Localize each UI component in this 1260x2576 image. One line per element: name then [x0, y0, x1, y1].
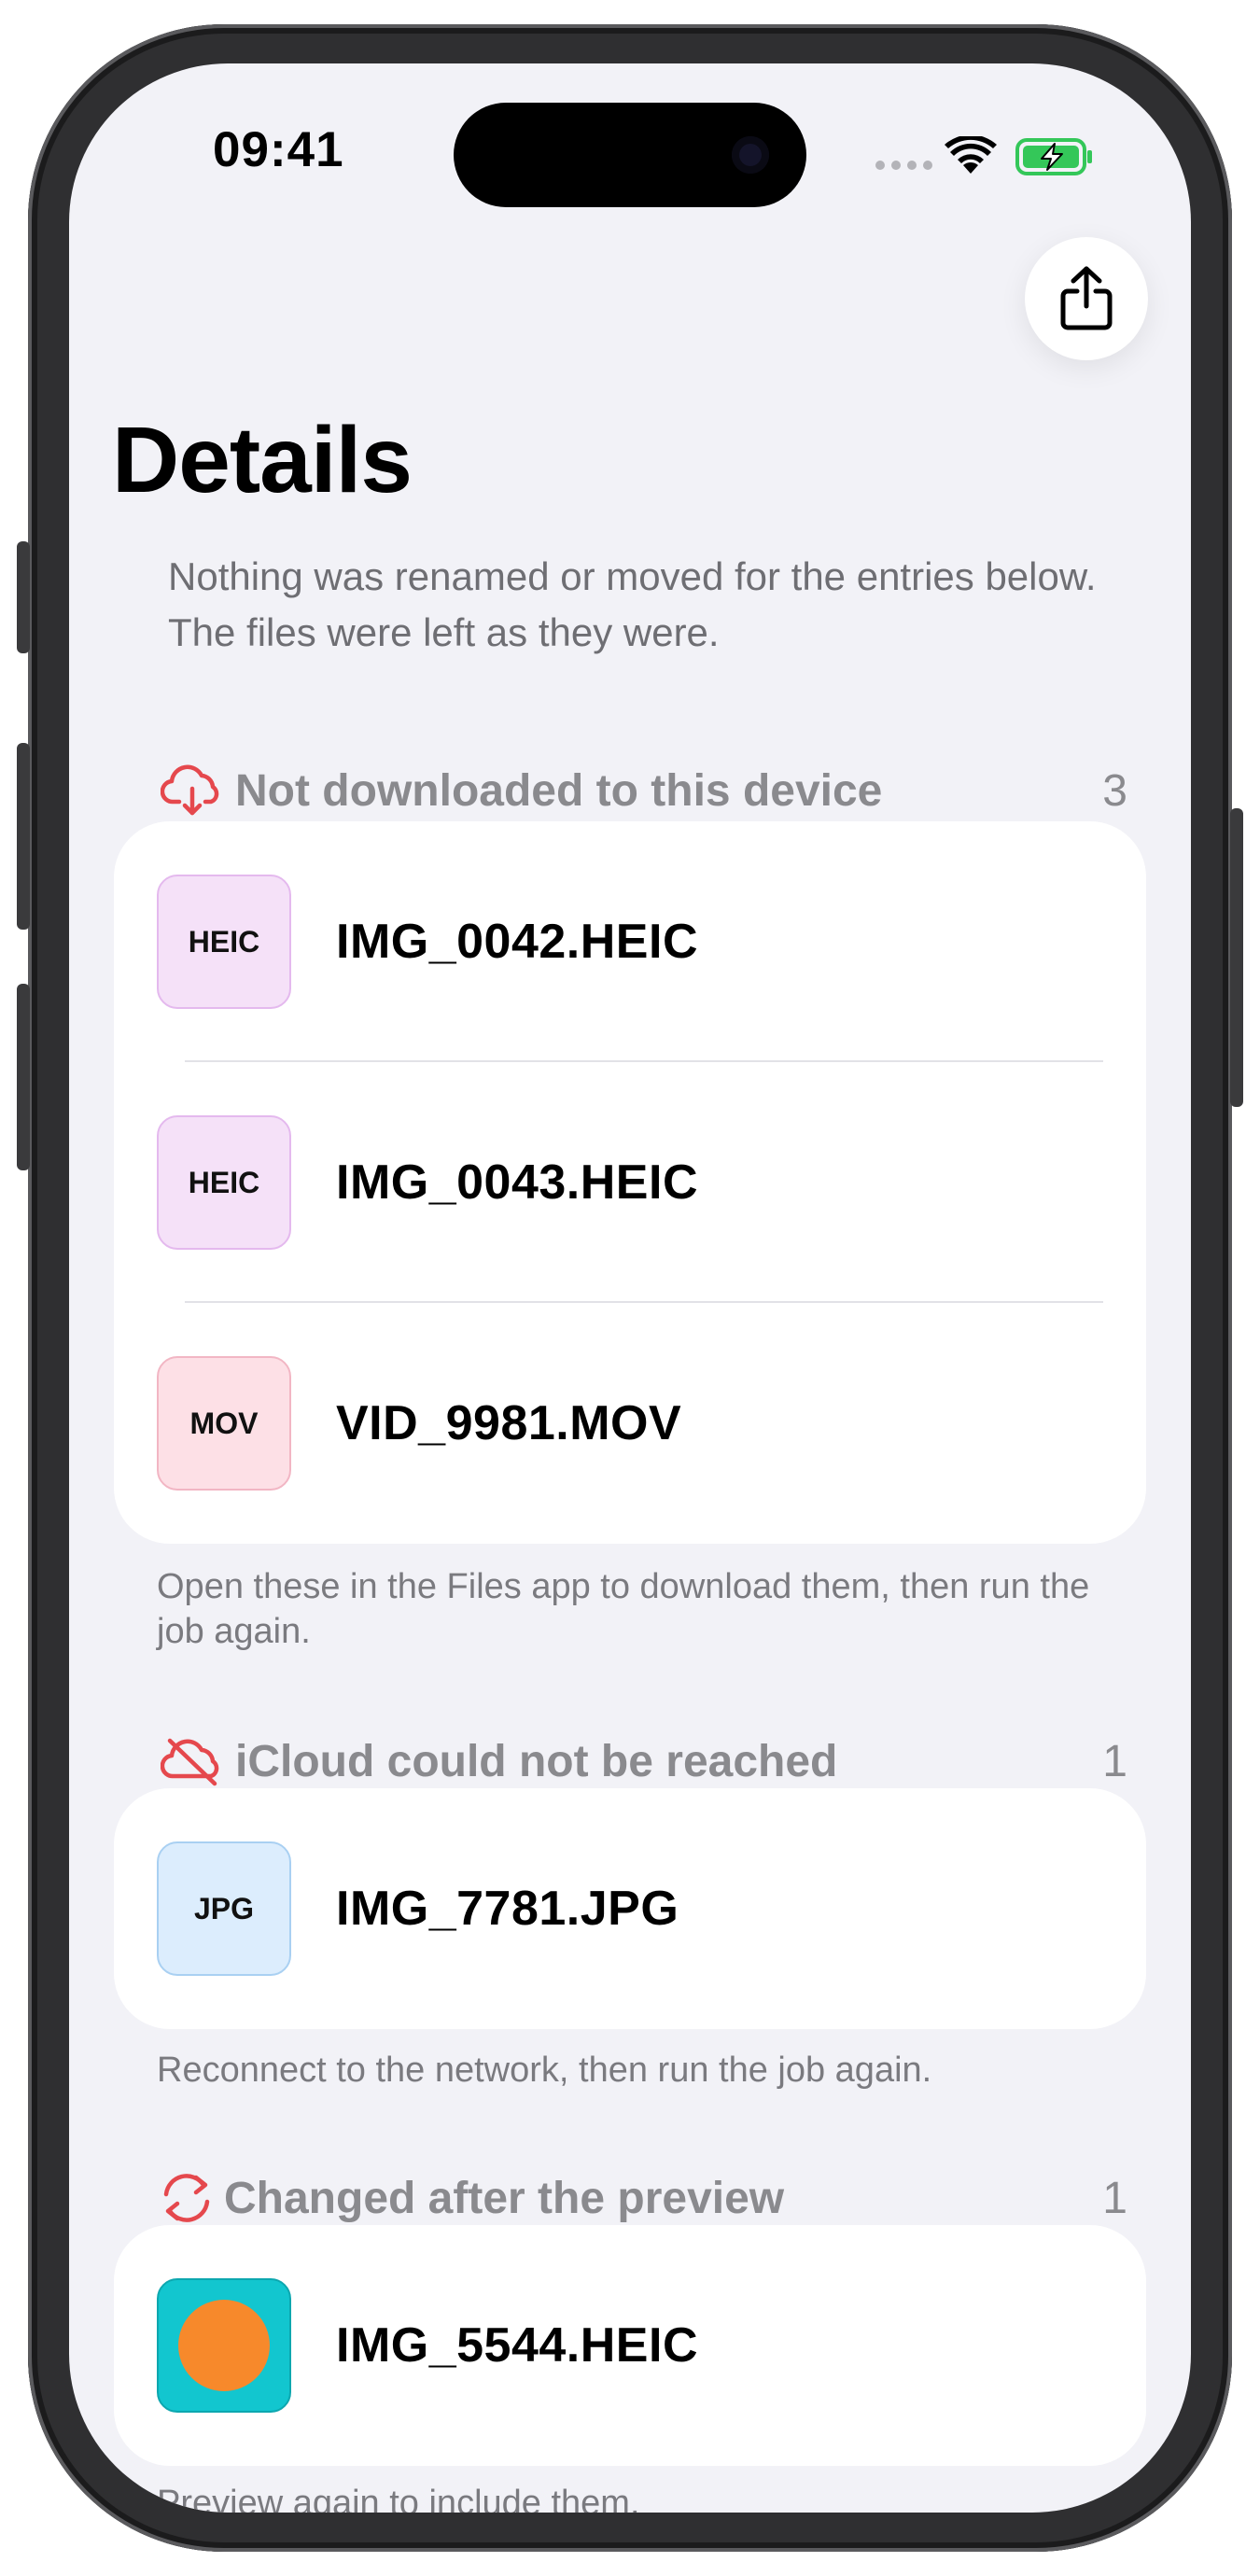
intro-text: Nothing was renamed or moved for the ent… [168, 554, 1097, 654]
volume-up-button [17, 743, 30, 930]
share-icon [1060, 266, 1113, 330]
section-count: 1 [1102, 2173, 1127, 2223]
battery-charging-icon [1015, 138, 1092, 175]
file-list-icloud-unreachable: JPG IMG_7781.JPG [114, 1788, 1146, 2029]
file-type-badge: HEIC [157, 1115, 291, 1250]
section-header-changed-after-preview: Changed after the preview 1 [159, 2165, 1167, 2231]
file-name: IMG_0043.HEIC [336, 1155, 698, 1210]
section-header-icloud-unreachable: iCloud could not be reached 1 [159, 1729, 1167, 1794]
file-type-badge: MOV [157, 1356, 291, 1491]
section-title: Not downloaded to this device [235, 765, 883, 816]
section-title: iCloud could not be reached [235, 1736, 838, 1786]
cloud-slash-icon [161, 1738, 219, 1786]
volume-down-button [17, 984, 30, 1170]
file-row[interactable]: MOV VID_9981.MOV [114, 1303, 1146, 1544]
file-row[interactable]: HEIC IMG_0042.HEIC [114, 821, 1146, 1062]
section-footnote: Open these in the Files app to download … [157, 1567, 1090, 1651]
image-thumbnail [157, 2278, 291, 2413]
file-type-badge: JPG [157, 1841, 291, 1976]
section-header-not-downloaded: Not downloaded to this device 3 [159, 758, 1167, 823]
dynamic-island [454, 103, 806, 207]
file-name: IMG_5544.HEIC [336, 2318, 698, 2373]
section-count: 1 [1102, 1736, 1127, 1786]
file-name: IMG_7781.JPG [336, 1882, 679, 1936]
file-row[interactable]: IMG_5544.HEIC [114, 2225, 1146, 2466]
section-title: Changed after the preview [224, 2173, 785, 2223]
cellular-signal-icon [875, 161, 932, 170]
action-button [17, 541, 30, 653]
file-name: VID_9981.MOV [336, 1396, 682, 1450]
file-name: IMG_0042.HEIC [336, 915, 698, 969]
section-footnote: Reconnect to the network, then run the j… [157, 2051, 932, 2090]
file-row[interactable]: HEIC IMG_0043.HEIC [114, 1062, 1146, 1303]
thumbnail-circle [178, 2300, 270, 2391]
status-time: 09:41 [213, 122, 344, 177]
share-button[interactable] [1025, 237, 1148, 360]
file-list-not-downloaded: HEIC IMG_0042.HEIC HEIC IMG_0043.HEIC MO… [114, 821, 1146, 1544]
wifi-icon [945, 136, 997, 174]
power-button [1230, 808, 1243, 1107]
sync-arrows-icon [163, 2174, 210, 2222]
cloud-download-icon [161, 764, 219, 816]
file-list-changed-after-preview: IMG_5544.HEIC [114, 2225, 1146, 2466]
file-row[interactable]: JPG IMG_7781.JPG [114, 1788, 1146, 2029]
section-footnote: Preview again to include them. [157, 2484, 640, 2513]
section-count: 3 [1102, 765, 1127, 816]
page-title: Details [112, 408, 413, 512]
file-type-badge: HEIC [157, 875, 291, 1009]
screen: 09:41 Details Nothing was renamed or mov… [69, 63, 1191, 2513]
camera-icon [732, 136, 769, 174]
